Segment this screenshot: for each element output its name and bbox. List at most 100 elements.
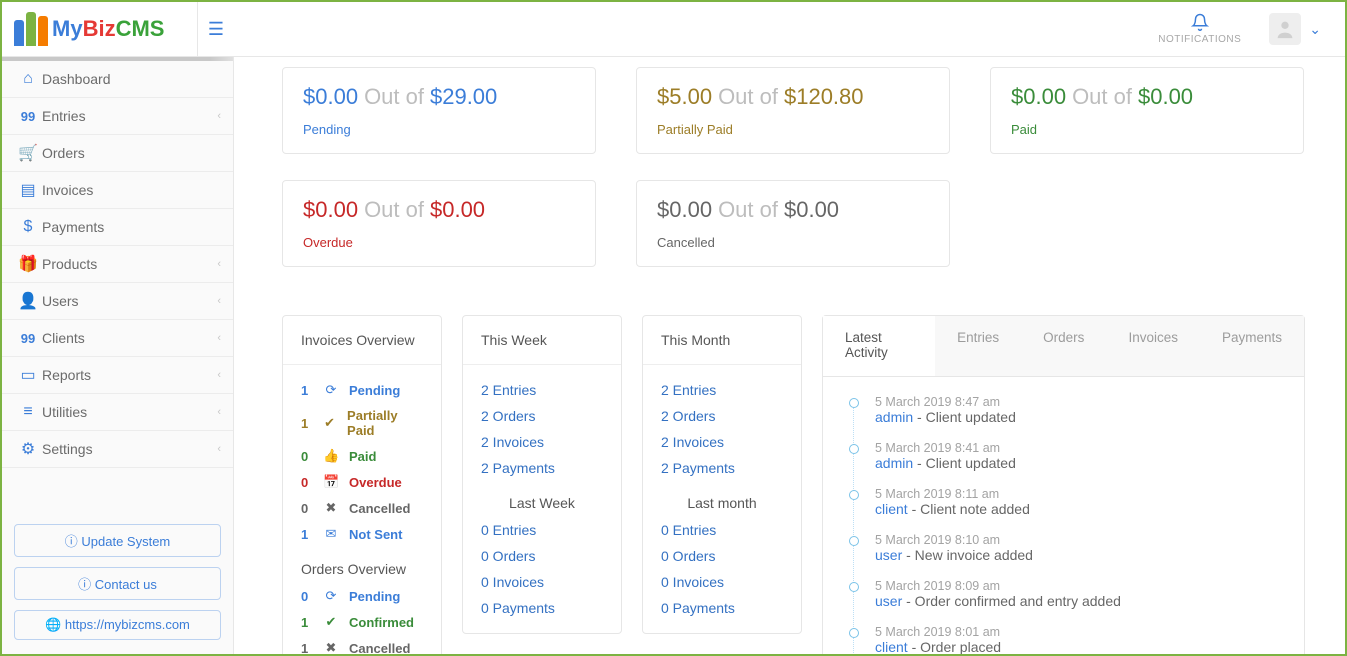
stat-outof: Out of [1072,84,1132,110]
period-link[interactable]: 0 Orders [661,543,783,569]
tab-orders[interactable]: Orders [1021,316,1106,376]
this-month-panel: This Month 2 Entries2 Orders2 Invoices2 … [642,315,802,634]
period-link[interactable]: 2 Orders [661,403,783,429]
tab-payments[interactable]: Payments [1200,316,1304,376]
avatar[interactable] [1269,13,1301,45]
activity-item: 5 March 2019 8:11 amclient - Client note… [851,487,1304,533]
period-link[interactable]: 0 Invoices [481,569,603,595]
activity-user[interactable]: admin [875,409,913,425]
gear-icon: ⚙ [14,439,42,459]
stat-outof: Out of [718,84,778,110]
sidebar-item-label: Payments [42,219,221,235]
activity-panel: Latest ActivityEntriesOrdersInvoicesPaym… [822,315,1305,654]
period-subtitle: Last Week [481,481,603,517]
order-status-row[interactable]: 0⟳Pending [301,583,423,609]
notifications-button[interactable]: NOTIFICATIONS [1158,13,1241,45]
stat-outof: Out of [364,84,424,110]
stat-status: Overdue [303,235,575,250]
sidebar-item-payments[interactable]: $Payments [2,209,233,246]
period-link[interactable]: 2 Entries [481,377,603,403]
logo[interactable]: MyBizCMS [2,2,198,57]
sliders-icon: ≡ [14,403,42,421]
invoices-overview-title: Invoices Overview [283,316,441,365]
sidebar-item-products[interactable]: 🎁Products‹ [2,246,233,283]
period-link[interactable]: 2 Entries [661,377,783,403]
status-icon: ✖ [323,640,339,654]
gift-icon: 🎁 [14,254,42,274]
chevron-icon: ‹ [217,443,221,455]
activity-user[interactable]: client [875,639,908,654]
status-icon: ⟳ [323,588,339,604]
sidebar-item-entries[interactable]: 99Entries‹ [2,98,233,135]
tab-latest-activity[interactable]: Latest Activity [823,316,935,376]
period-link[interactable]: 2 Invoices [481,429,603,455]
period-link[interactable]: 0 Entries [661,517,783,543]
period-link[interactable]: 0 Orders [481,543,603,569]
menu-toggle-icon[interactable]: ☰ [198,19,234,40]
chevron-icon: ‹ [217,258,221,270]
update-system-button[interactable]: ⓘ Update System [14,524,221,557]
logo-text-3: CMS [116,16,165,41]
stat-total: $120.80 [784,84,864,110]
period-subtitle: Last month [661,481,783,517]
activity-date: 5 March 2019 8:41 am [875,441,1304,455]
activity-user[interactable]: user [875,593,902,609]
stat-card-paid: $0.00 Out of $0.00Paid [990,67,1304,154]
sidebar-item-reports[interactable]: ▭Reports‹ [2,357,233,394]
invoice-status-row[interactable]: 0👍Paid [301,443,423,469]
stat-total: $0.00 [1138,84,1193,110]
count: 1 [301,615,313,630]
activity-user[interactable]: user [875,547,902,563]
website-link-button[interactable]: 🌐 https://mybizcms.com [14,610,221,640]
invoice-status-row[interactable]: 0📅Overdue [301,469,423,495]
period-link[interactable]: 0 Payments [481,595,603,621]
tab-entries[interactable]: Entries [935,316,1021,376]
user-menu-caret-icon[interactable]: ⌄ [1309,21,1321,38]
main-content: $0.00 Out of $29.00Pending$5.00 Out of $… [234,57,1345,654]
status-icon: ✖ [323,500,339,516]
status-label: Not Sent [349,527,402,542]
invoice-status-row[interactable]: 1✉Not Sent [301,521,423,547]
sidebar-item-clients[interactable]: 99Clients‹ [2,320,233,357]
sidebar-item-invoices[interactable]: ▤Invoices [2,172,233,209]
bell-icon [1191,13,1209,31]
period-link[interactable]: 2 Invoices [661,429,783,455]
count: 1 [301,641,313,655]
activity-desc: - Order placed [908,639,1001,654]
period-link[interactable]: 2 Orders [481,403,603,429]
stat-outof: Out of [718,197,778,223]
activity-user[interactable]: admin [875,455,913,471]
period-link[interactable]: 2 Payments [661,455,783,481]
period-link[interactable]: 0 Invoices [661,569,783,595]
sidebar-item-users[interactable]: 👤Users‹ [2,283,233,320]
status-icon: 📅 [323,474,339,490]
this-week-panel: This Week 2 Entries2 Orders2 Invoices2 P… [462,315,622,634]
invoice-status-row[interactable]: 1✔Partially Paid [301,403,423,443]
stat-status: Partially Paid [657,122,929,137]
activity-user[interactable]: client [875,501,908,517]
status-icon: ⟳ [323,382,339,398]
order-status-row[interactable]: 1✔Confirmed [301,609,423,635]
invoice-status-row[interactable]: 1⟳Pending [301,377,423,403]
sidebar-item-utilities[interactable]: ≡Utilities‹ [2,394,233,431]
this-week-title: This Week [463,316,621,365]
stat-amount: $0.00 [657,197,712,223]
invoice-status-row[interactable]: 0✖Cancelled [301,495,423,521]
period-link[interactable]: 0 Entries [481,517,603,543]
period-link[interactable]: 0 Payments [661,595,783,621]
activity-desc: - New invoice added [902,547,1033,563]
activity-desc: - Order confirmed and entry added [902,593,1121,609]
book-icon: ▭ [14,365,42,385]
order-status-row[interactable]: 1✖Cancelled [301,635,423,654]
stat-amount: $5.00 [657,84,712,110]
period-link[interactable]: 2 Payments [481,455,603,481]
topbar: MyBizCMS ☰ NOTIFICATIONS ⌄ [2,2,1345,57]
sidebar: ⌂Dashboard99Entries‹🛒Orders▤Invoices$Pay… [2,57,234,654]
sidebar-item-orders[interactable]: 🛒Orders [2,135,233,172]
sidebar-item-settings[interactable]: ⚙Settings‹ [2,431,233,468]
status-label: Confirmed [349,615,414,630]
sidebar-item-dashboard[interactable]: ⌂Dashboard [2,61,233,98]
sidebar-item-label: Products [42,256,217,272]
tab-invoices[interactable]: Invoices [1106,316,1200,376]
contact-us-button[interactable]: ⓘ Contact us [14,567,221,600]
